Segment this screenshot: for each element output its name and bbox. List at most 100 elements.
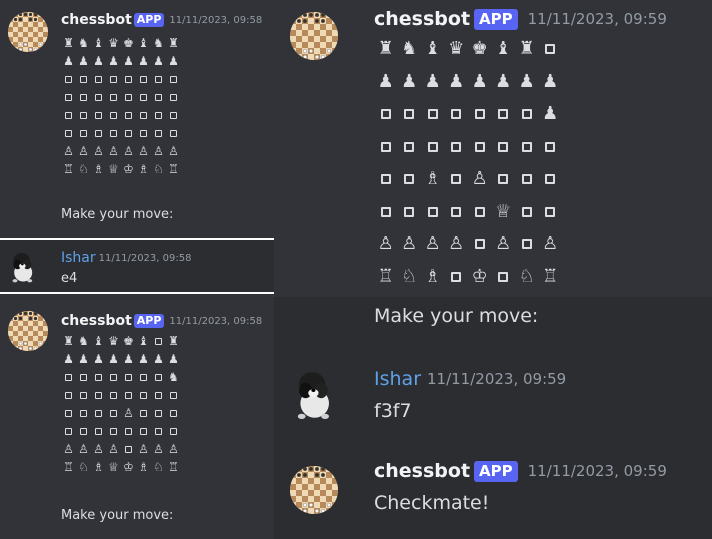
empty-square bbox=[121, 386, 136, 404]
chess-piece: ♝ bbox=[93, 36, 104, 50]
empty-square bbox=[106, 106, 121, 124]
chess-piece: ♝ bbox=[424, 38, 441, 59]
chess-piece: ♟ bbox=[518, 70, 535, 92]
user-username[interactable]: Ishar bbox=[374, 368, 421, 390]
chess-piece: ♞ bbox=[153, 36, 164, 50]
dog-avatar-icon[interactable] bbox=[290, 364, 342, 422]
empty-square-icon bbox=[170, 410, 177, 417]
empty-square bbox=[136, 106, 151, 124]
empty-square bbox=[374, 163, 398, 196]
chess-piece: ♙ bbox=[63, 144, 74, 158]
empty-square bbox=[515, 163, 539, 196]
empty-square bbox=[468, 196, 492, 229]
empty-square bbox=[445, 196, 469, 229]
empty-square-icon bbox=[380, 109, 391, 119]
chess-piece: ♞ bbox=[78, 334, 89, 348]
empty-square-icon bbox=[521, 239, 532, 249]
empty-square-icon bbox=[95, 76, 102, 83]
empty-square bbox=[151, 386, 166, 404]
empty-square-icon bbox=[125, 94, 132, 101]
user-username[interactable]: Ishar bbox=[61, 250, 96, 266]
chess-piece: ♟ bbox=[78, 54, 89, 68]
empty-square-icon bbox=[155, 392, 162, 399]
empty-square bbox=[61, 88, 76, 106]
empty-square-icon bbox=[521, 174, 532, 184]
empty-square-icon bbox=[65, 112, 72, 119]
message-timestamp[interactable]: 11/11/2023, 09:59 bbox=[427, 370, 566, 388]
empty-square-icon bbox=[110, 94, 117, 101]
empty-square-icon bbox=[427, 141, 438, 152]
empty-square bbox=[61, 106, 76, 124]
empty-square bbox=[515, 131, 539, 164]
empty-square bbox=[76, 88, 91, 106]
empty-square-icon bbox=[95, 130, 102, 137]
empty-square-icon bbox=[95, 94, 102, 101]
empty-square bbox=[76, 124, 91, 142]
chessboard-avatar-icon[interactable] bbox=[290, 466, 338, 514]
empty-square-icon bbox=[451, 271, 462, 282]
bot-username[interactable]: chessbot bbox=[61, 313, 132, 329]
empty-square bbox=[421, 196, 445, 229]
empty-square-icon bbox=[474, 239, 485, 249]
board-row: ♗ ♙ bbox=[374, 163, 562, 196]
empty-square bbox=[398, 98, 422, 131]
empty-square-icon bbox=[125, 446, 132, 453]
empty-square-icon bbox=[155, 130, 162, 137]
empty-square-icon bbox=[125, 112, 132, 119]
chessboard-avatar-icon[interactable] bbox=[290, 12, 338, 60]
chess-piece: ♙ bbox=[138, 144, 149, 158]
chess-piece: ♙ bbox=[78, 442, 89, 456]
message-header: chessbot APP 11/11/2023, 09:59 bbox=[374, 8, 667, 30]
empty-square-icon bbox=[125, 428, 132, 435]
empty-square-icon bbox=[110, 392, 117, 399]
bot-username[interactable]: chessbot bbox=[374, 8, 470, 30]
empty-square bbox=[166, 422, 181, 440]
board-row: ♕ bbox=[374, 196, 562, 229]
empty-square-icon bbox=[521, 206, 532, 217]
empty-square-icon bbox=[170, 130, 177, 137]
bot-username[interactable]: chessbot bbox=[374, 460, 470, 482]
chessboard-avatar-icon[interactable] bbox=[8, 311, 48, 351]
chess-piece: ♞ bbox=[78, 36, 89, 50]
app-badge: APP bbox=[133, 314, 165, 328]
empty-square bbox=[468, 228, 492, 261]
chess-piece: ♛ bbox=[108, 36, 119, 50]
chessboard-avatar-icon[interactable] bbox=[8, 12, 48, 52]
chess-piece: ♟ bbox=[542, 103, 559, 124]
empty-square-icon bbox=[65, 428, 72, 435]
empty-square bbox=[61, 70, 76, 88]
chess-piece: ♟ bbox=[471, 70, 488, 92]
chess-piece: ♟ bbox=[93, 54, 104, 68]
chess-piece: ♘ bbox=[401, 265, 418, 287]
bot-username[interactable]: chessbot bbox=[61, 12, 132, 28]
board-row: ♜ ♞ ♝ ♛ ♚ ♝ ♞ ♜ bbox=[61, 34, 181, 52]
chess-piece: ♘ bbox=[78, 460, 89, 474]
empty-square-icon bbox=[110, 428, 117, 435]
message-timestamp[interactable]: 11/11/2023, 09:59 bbox=[528, 462, 667, 480]
chess-piece: ♗ bbox=[93, 460, 104, 474]
message-timestamp[interactable]: 11/11/2023, 09:58 bbox=[169, 15, 262, 26]
empty-square bbox=[492, 98, 516, 131]
empty-square-icon bbox=[140, 428, 147, 435]
empty-square bbox=[61, 124, 76, 142]
empty-square-icon bbox=[80, 374, 87, 381]
empty-square-icon bbox=[95, 112, 102, 119]
message-timestamp[interactable]: 11/11/2023, 09:58 bbox=[99, 253, 192, 264]
chess-piece: ♔ bbox=[123, 162, 134, 176]
message-timestamp[interactable]: 11/11/2023, 09:58 bbox=[169, 316, 262, 327]
message-timestamp[interactable]: 11/11/2023, 09:59 bbox=[528, 10, 667, 28]
board-row bbox=[61, 386, 181, 404]
empty-square-icon bbox=[65, 410, 72, 417]
empty-square bbox=[151, 70, 166, 88]
empty-square bbox=[136, 70, 151, 88]
board-row: ♙ ♙ ♙ ♙ ♙ ♙ ♙ bbox=[61, 440, 181, 458]
empty-square bbox=[398, 163, 422, 196]
chess-piece: ♔ bbox=[123, 460, 134, 474]
empty-square-icon bbox=[404, 109, 415, 119]
dog-avatar-icon[interactable] bbox=[6, 248, 42, 284]
empty-square-icon bbox=[380, 174, 391, 184]
empty-square-icon bbox=[474, 206, 485, 217]
chess-piece: ♙ bbox=[542, 233, 559, 254]
chess-piece: ♟ bbox=[153, 352, 164, 366]
empty-square bbox=[539, 33, 563, 66]
